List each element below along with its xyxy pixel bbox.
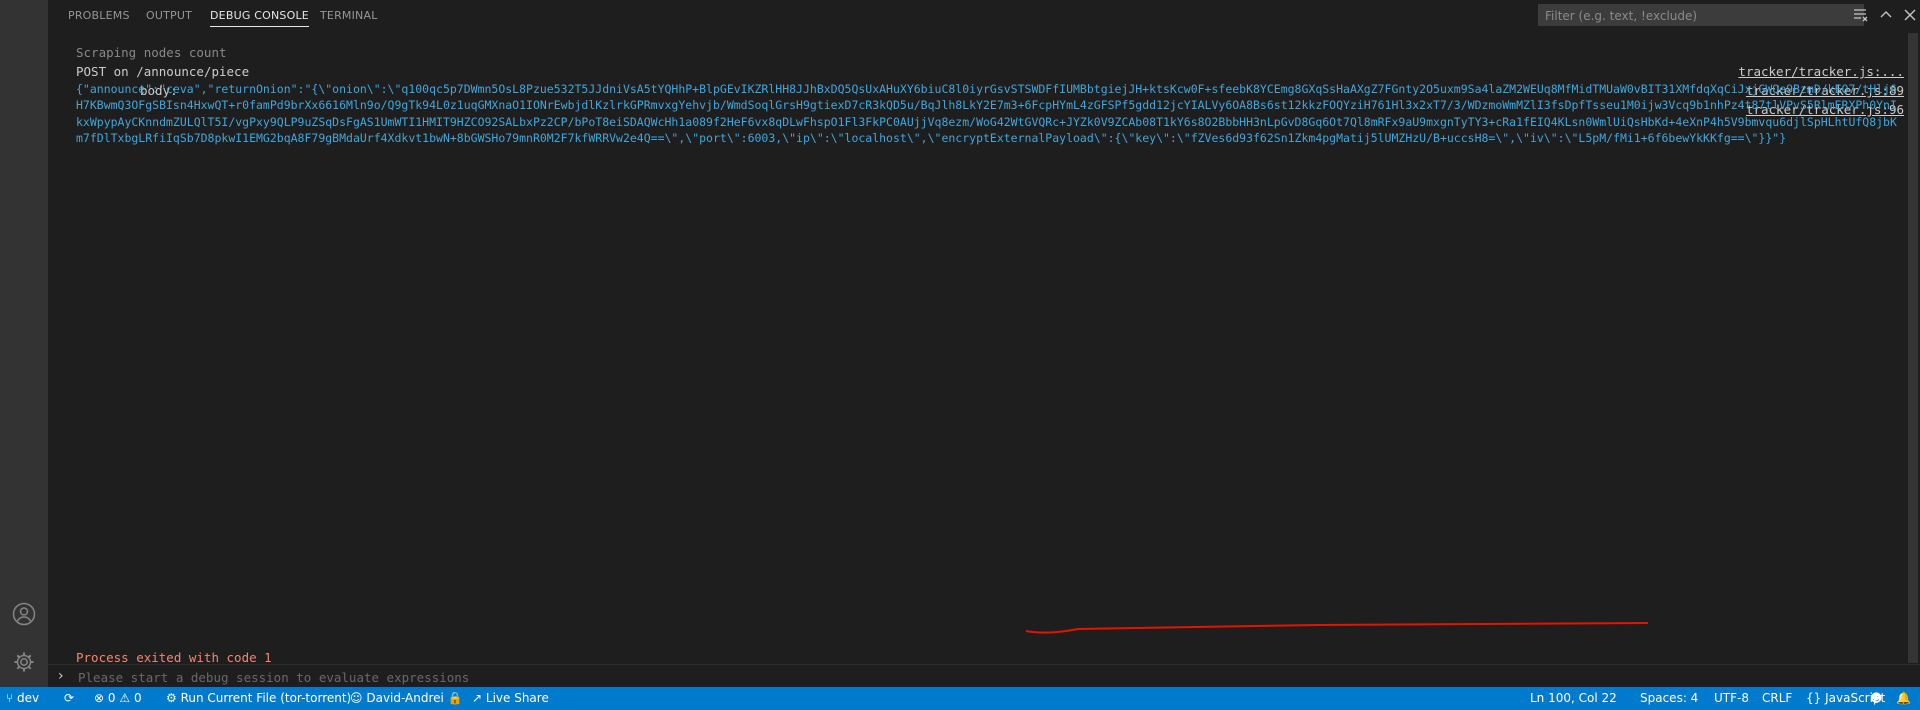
debug-icon: ⚙ (166, 691, 177, 705)
error-icon: ⊗ (94, 691, 105, 705)
activity-bar (0, 0, 48, 687)
status-bar: ⑂ dev ⟳ ⊗ 0 ⚠ 0 ⚙ Run Current File (tor-… (0, 687, 1920, 710)
tab-terminal[interactable]: TERMINAL (320, 9, 378, 22)
gear-icon[interactable] (12, 650, 36, 674)
panel-tabs: PROBLEMS OUTPUT DEBUG CONSOLE TERMINAL (48, 0, 1920, 33)
cursor-position[interactable]: Ln 100, Col 22 (1530, 691, 1617, 705)
indentation[interactable]: Spaces: 4 (1640, 691, 1698, 705)
braces-icon: {} (1806, 691, 1822, 705)
scrollbar-thumb[interactable] (1908, 33, 1918, 663)
bell-icon[interactable]: 🔔 (1896, 691, 1911, 705)
tab-problems[interactable]: PROBLEMS (68, 9, 130, 22)
person-icon: ☺ (350, 691, 363, 705)
sync-icon[interactable]: ⟳ (64, 691, 74, 705)
exit-message: Process exited with code 1 (76, 650, 272, 663)
console-line: Scraping nodes count tracker/tracker.js:… (76, 45, 1904, 79)
live-share-icon: ↗ (472, 691, 483, 705)
tab-output[interactable]: OUTPUT (146, 9, 192, 22)
encoding[interactable]: UTF-8 (1714, 691, 1749, 705)
feedback-icon[interactable]: ☻ (1870, 691, 1883, 705)
lock-icon: 🔒 (447, 691, 463, 705)
problems-item[interactable]: ⊗ 0 ⚠ 0 (94, 691, 142, 705)
user-item[interactable]: ☺ David-Andrei 🔒 (350, 691, 463, 705)
line-ending[interactable]: CRLF (1762, 691, 1792, 705)
body-payload: {"announce":"ceva","returnOnion":"{\"oni… (76, 82, 1897, 145)
repl-input[interactable] (76, 667, 1780, 687)
debug-console-output: Scraping nodes count tracker/tracker.js:… (48, 33, 1920, 663)
chevron-up-icon[interactable] (1876, 5, 1896, 25)
run-item[interactable]: ⚙ Run Current File (tor-torrent) (166, 691, 351, 705)
tab-debug-console[interactable]: DEBUG CONSOLE (210, 9, 309, 27)
filter-input[interactable] (1539, 6, 1861, 26)
close-icon[interactable] (1900, 5, 1920, 25)
live-share-item[interactable]: ↗ Live Share (472, 691, 549, 705)
branch-item[interactable]: ⑂ dev (6, 691, 39, 705)
branch-icon: ⑂ (6, 691, 14, 705)
filter-box (1538, 4, 1864, 26)
warning-icon: ⚠ (119, 691, 131, 705)
bottom-panel: PROBLEMS OUTPUT DEBUG CONSOLE TERMINAL S… (48, 0, 1920, 687)
console-line: POST on /announce/piece tracker/tracker.… (48, 43, 1920, 98)
console-scrollbar[interactable] (1906, 33, 1920, 663)
repl-input-row: › (48, 664, 1920, 688)
clear-console-icon[interactable] (1850, 5, 1870, 25)
account-icon[interactable] (12, 602, 36, 626)
chevron-right-icon: › (58, 668, 64, 684)
console-line: body: tracker/tracker.js:96 (48, 62, 1920, 117)
